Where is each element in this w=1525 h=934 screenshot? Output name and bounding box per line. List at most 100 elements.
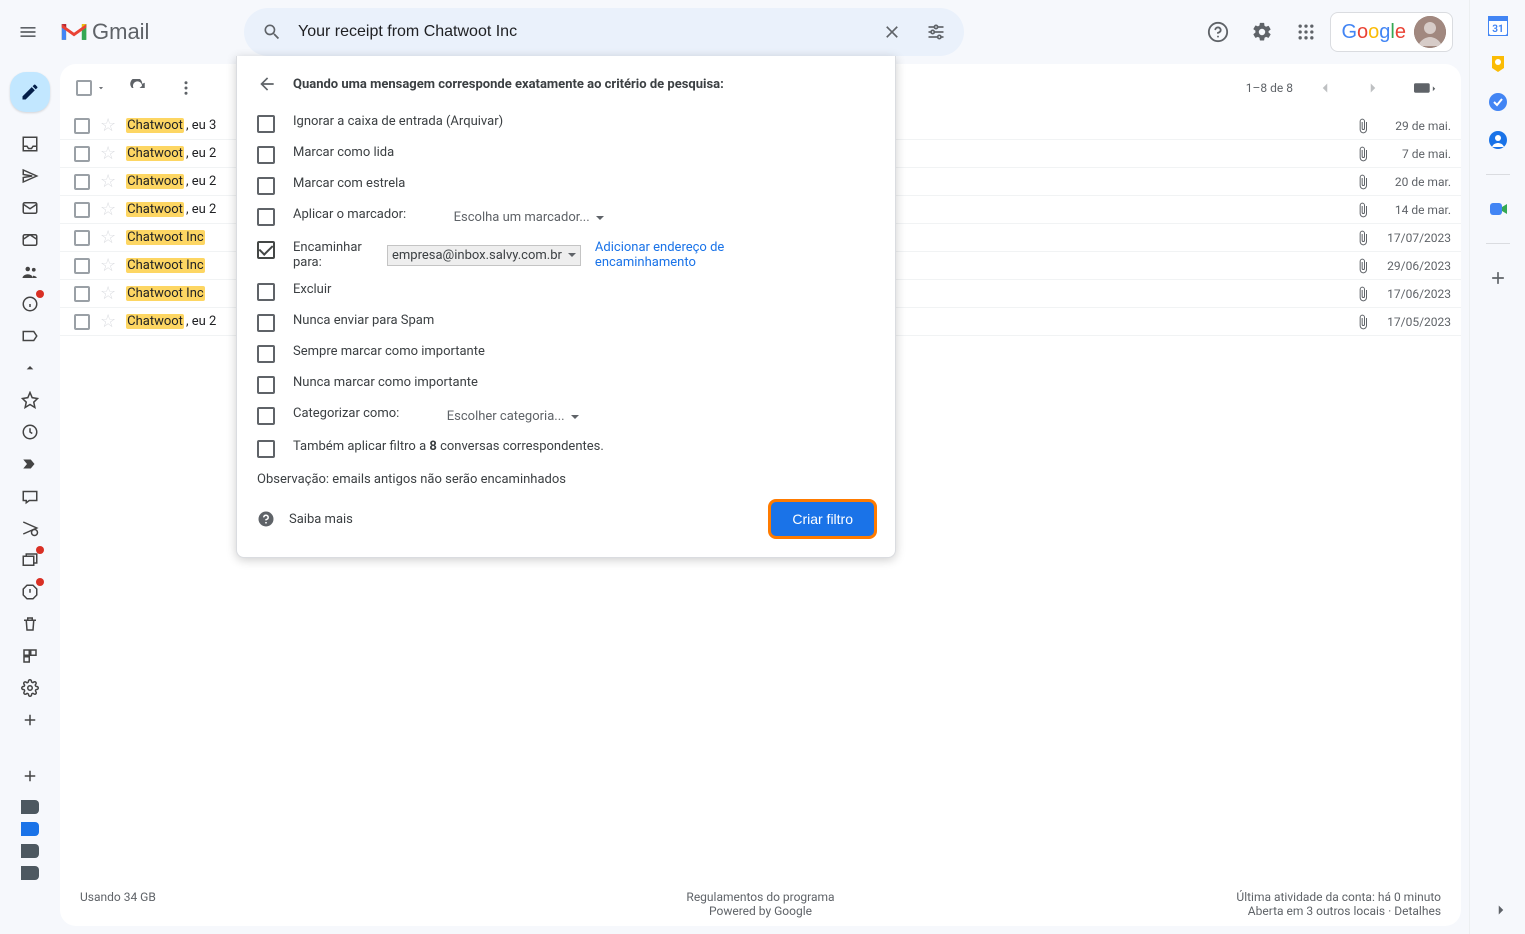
- star-icon[interactable]: ☆: [100, 257, 116, 275]
- refresh-icon[interactable]: [122, 72, 154, 104]
- star-icon[interactable]: ☆: [100, 229, 116, 247]
- opt-always-important-checkbox[interactable]: [257, 345, 275, 363]
- row-checkbox[interactable]: [74, 146, 90, 162]
- gmail-logo-text: Gmail: [92, 19, 149, 45]
- nav-less-icon[interactable]: [14, 352, 46, 384]
- contacts-app-icon[interactable]: [1488, 130, 1508, 150]
- opt-also-apply-checkbox[interactable]: [257, 440, 275, 458]
- prev-page-icon[interactable]: [1309, 72, 1341, 104]
- opt-forward-checkbox[interactable]: [257, 241, 275, 259]
- nav-categories-icon[interactable]: [14, 640, 46, 672]
- tasks-app-icon[interactable]: [1488, 92, 1508, 112]
- select-dropdown-icon[interactable]: [96, 83, 106, 93]
- star-icon[interactable]: ☆: [100, 117, 116, 135]
- activity-text: Última atividade da conta: há 0 minuto: [1236, 890, 1441, 904]
- nav-drafts-icon[interactable]: [14, 224, 46, 256]
- star-icon[interactable]: ☆: [100, 201, 116, 219]
- nav-info-icon[interactable]: [14, 288, 46, 320]
- select-all-checkbox[interactable]: [76, 80, 92, 96]
- star-icon[interactable]: ☆: [100, 313, 116, 331]
- opt-categorize-checkbox[interactable]: [257, 407, 275, 425]
- add-forwarding-link[interactable]: Adicionar endereço de encaminhamento: [595, 240, 755, 270]
- search-options-icon[interactable]: [914, 10, 958, 54]
- learn-more-link[interactable]: Saiba mais: [289, 512, 353, 527]
- opt-never-important-checkbox[interactable]: [257, 376, 275, 394]
- row-checkbox[interactable]: [74, 230, 90, 246]
- nav-inbox-icon[interactable]: [14, 128, 46, 160]
- open-elsewhere-text: Aberta em 3 outros locais: [1248, 904, 1385, 918]
- nav-add-icon[interactable]: [14, 760, 46, 792]
- support-icon[interactable]: [1198, 12, 1238, 52]
- opt-apply-label-label: Aplicar o marcador:: [293, 207, 406, 222]
- nav-label-icon[interactable]: [14, 320, 46, 352]
- footer: Usando 34 GB Regulamentos do programa Po…: [60, 866, 1461, 926]
- meet-app-icon[interactable]: [1488, 199, 1508, 219]
- nav-contacts-icon[interactable]: [14, 256, 46, 288]
- opt-never-spam-checkbox[interactable]: [257, 314, 275, 332]
- opt-skip-inbox-checkbox[interactable]: [257, 115, 275, 133]
- opt-apply-label-checkbox[interactable]: [257, 208, 275, 226]
- label-dropdown[interactable]: Escolha um marcador...: [449, 207, 609, 228]
- label-blue[interactable]: [21, 822, 39, 836]
- input-tools-icon[interactable]: [1405, 72, 1445, 104]
- search-icon[interactable]: [250, 10, 294, 54]
- row-date: 29 de mai.: [1381, 119, 1451, 133]
- back-icon[interactable]: [257, 74, 277, 94]
- settings-icon[interactable]: [1242, 12, 1282, 52]
- next-page-icon[interactable]: [1357, 72, 1389, 104]
- search-input[interactable]: [294, 23, 870, 41]
- get-addons-icon[interactable]: [1488, 268, 1508, 288]
- row-date: 14 de mar.: [1381, 203, 1451, 217]
- row-checkbox[interactable]: [74, 314, 90, 330]
- star-icon[interactable]: ☆: [100, 145, 116, 163]
- calendar-app-icon[interactable]: 31: [1488, 16, 1508, 36]
- opt-delete-checkbox[interactable]: [257, 283, 275, 301]
- row-checkbox[interactable]: [74, 286, 90, 302]
- row-sender: Chatwoot Inc: [126, 286, 236, 301]
- keep-app-icon[interactable]: [1488, 54, 1508, 74]
- compose-button[interactable]: [10, 72, 50, 112]
- star-icon[interactable]: ☆: [100, 173, 116, 191]
- nav-manage-labels-icon[interactable]: [14, 672, 46, 704]
- nav-chats-icon[interactable]: [14, 480, 46, 512]
- nav-outbox-icon[interactable]: [14, 192, 46, 224]
- main-menu-icon[interactable]: [8, 12, 48, 52]
- nav-all-mail-icon[interactable]: [14, 544, 46, 576]
- account-chip[interactable]: Google: [1330, 12, 1453, 52]
- opt-mark-read-checkbox[interactable]: [257, 146, 275, 164]
- row-checkbox[interactable]: [74, 202, 90, 218]
- avatar[interactable]: [1414, 16, 1446, 48]
- nav-spam-icon[interactable]: [14, 576, 46, 608]
- create-filter-button[interactable]: Criar filtro: [770, 501, 875, 537]
- nav-snoozed-icon[interactable]: [14, 416, 46, 448]
- row-date: 17/06/2023: [1381, 287, 1451, 301]
- forward-address-dropdown[interactable]: empresa@inbox.salvy.com.br: [387, 245, 581, 266]
- gmail-logo[interactable]: Gmail: [56, 19, 236, 45]
- nav-trash-icon[interactable]: [14, 608, 46, 640]
- side-panel-toggle-icon[interactable]: [1481, 890, 1521, 930]
- create-filter-dialog: Quando uma mensagem corresponde exatamen…: [236, 56, 896, 558]
- terms-link[interactable]: Regulamentos do programa: [686, 890, 834, 904]
- nav-important-icon[interactable]: [14, 448, 46, 480]
- attachment-icon: [1355, 118, 1371, 134]
- apps-icon[interactable]: [1286, 12, 1326, 52]
- storage-text: Usando 34 GB: [80, 890, 534, 918]
- label-grey[interactable]: [21, 800, 39, 814]
- opt-star-checkbox[interactable]: [257, 177, 275, 195]
- row-checkbox[interactable]: [74, 118, 90, 134]
- clear-search-icon[interactable]: [870, 10, 914, 54]
- nav-sent-icon[interactable]: [14, 160, 46, 192]
- details-link[interactable]: Detalhes: [1394, 904, 1441, 918]
- row-checkbox[interactable]: [74, 258, 90, 274]
- more-icon[interactable]: [170, 72, 202, 104]
- label-grey-3[interactable]: [21, 866, 39, 880]
- nav-starred-icon[interactable]: [14, 384, 46, 416]
- row-checkbox[interactable]: [74, 174, 90, 190]
- category-dropdown[interactable]: Escolher categoria...: [442, 406, 584, 427]
- nav-scheduled-icon[interactable]: [14, 512, 46, 544]
- star-icon[interactable]: ☆: [100, 285, 116, 303]
- nav-create-label-icon[interactable]: [14, 704, 46, 736]
- label-grey-2[interactable]: [21, 844, 39, 858]
- opt-star-label: Marcar com estrela: [293, 176, 405, 191]
- app-header: Gmail Google: [0, 0, 1469, 64]
